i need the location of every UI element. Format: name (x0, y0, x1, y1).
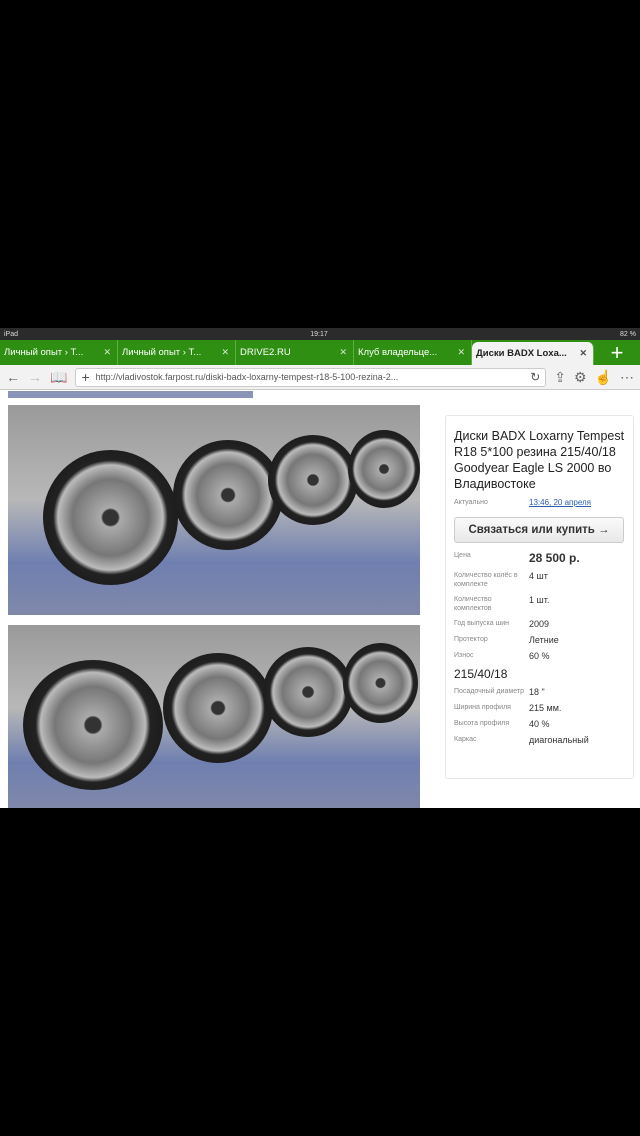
spec-value: 1 шт. (529, 595, 550, 605)
status-bar: iPad 19:17 82 % (0, 328, 640, 340)
wheels-photo[interactable] (8, 405, 420, 615)
tab[interactable]: Личный опыт › Т... ✕ (0, 340, 118, 365)
gesture-icon[interactable]: ☝ (595, 369, 612, 386)
tab-active[interactable]: Диски BADX Loxa... ✕ (472, 342, 594, 365)
spec-label: Посадочный диаметр (454, 688, 524, 695)
tab-label: DRIVE2.RU (240, 347, 291, 358)
spec-row: Каркас диагональный (454, 735, 625, 745)
battery: 82 % (620, 330, 636, 338)
spec-label: Протектор (454, 636, 488, 643)
close-tab-icon[interactable]: ✕ (339, 347, 347, 358)
spec-row: Ширина профиля 215 мм. (454, 703, 625, 713)
share-icon[interactable]: ⇪ (554, 369, 566, 386)
spec-row: Протектор Летние (454, 635, 625, 645)
spec-label: Количество колёс в комплекте (454, 572, 518, 588)
settings-icon[interactable]: ⚙ (574, 369, 587, 386)
listing-title: Диски BADX Loxarny Tempest R18 5*100 рез… (454, 429, 625, 491)
tab[interactable]: Личный опыт › Т... ✕ (118, 340, 236, 365)
spec-row: Посадочный диаметр 18 " (454, 687, 625, 697)
spec-row: Высота профиля 40 % (454, 719, 625, 729)
spec-value: 60 % (529, 651, 550, 661)
spec-row: Износ 60 % (454, 651, 625, 661)
photo-fragment (8, 391, 253, 398)
tire-size-heading: 215/40/18 (454, 667, 508, 681)
address-bar[interactable]: + http://vladivostok.farpost.ru/diski-ba… (75, 367, 547, 387)
spec-value: Летние (529, 635, 559, 645)
close-tab-icon[interactable]: ✕ (103, 347, 111, 358)
forward-icon[interactable]: → (28, 369, 42, 385)
actual-date-link[interactable]: 13:46, 20 апреля (529, 498, 625, 507)
bookmarks-icon[interactable]: 📖 (50, 369, 67, 386)
spec-label: Высота профиля (454, 720, 510, 727)
add-bookmark-icon[interactable]: + (81, 369, 89, 385)
spec-label: Каркас (454, 736, 477, 743)
close-tab-icon[interactable]: ✕ (221, 347, 229, 358)
url-text: http://vladivostok.farpost.ru/diski-badx… (95, 372, 399, 382)
price: 28 500 р. (529, 551, 580, 565)
spec-value: диагональный (529, 735, 589, 745)
spec-row: Количество комплектов 1 шт. (454, 595, 625, 613)
tab-label: Клуб владельце... (358, 347, 438, 358)
tab-label: Личный опыт › Т... (122, 347, 202, 358)
spec-value: 2009 (529, 619, 550, 629)
spec-label: Количество комплектов (454, 596, 492, 612)
spec-value: 4 шт (529, 571, 548, 581)
more-icon[interactable]: ⋯ (620, 369, 634, 386)
tab[interactable]: DRIVE2.RU ✕ (236, 340, 354, 365)
close-tab-icon[interactable]: ✕ (579, 348, 587, 359)
browser-toolbar: ← → 📖 + http://vladivostok.farpost.ru/di… (0, 365, 640, 390)
price-label: Цена (454, 552, 471, 559)
spec-value: 18 " (529, 687, 545, 697)
spec-label: Ширина профиля (454, 704, 511, 711)
ipad-screen: iPad 19:17 82 % Личный опыт › Т... ✕ Личн… (0, 328, 640, 808)
actual-label: Актуально (454, 499, 488, 506)
spec-label: Износ (454, 652, 474, 659)
spec-value: 215 мм. (529, 703, 562, 713)
tab-label: Диски BADX Loxa... (476, 348, 567, 359)
spec-row: Количество колёс в комплекте 4 шт (454, 571, 625, 589)
back-icon[interactable]: ← (6, 369, 20, 385)
close-tab-icon[interactable]: ✕ (457, 347, 465, 358)
spec-label: Год выпуска шин (454, 620, 509, 627)
tab[interactable]: Клуб владельце... ✕ (354, 340, 472, 365)
contact-buy-button[interactable]: Связаться или купить → (454, 517, 624, 543)
spec-value: 40 % (529, 719, 550, 729)
reload-icon[interactable]: ↻ (530, 370, 540, 384)
listing-card: Диски BADX Loxarny Tempest R18 5*100 рез… (445, 415, 634, 779)
spec-row: Год выпуска шин 2009 (454, 619, 625, 629)
clock: 19:17 (310, 330, 328, 338)
tab-bar: Личный опыт › Т... ✕ Личный опыт › Т... ✕ … (0, 340, 640, 365)
device-label: iPad (4, 330, 19, 338)
tab-label: Личный опыт › Т... (4, 347, 84, 358)
new-tab-button[interactable]: + (594, 340, 640, 365)
wheels-photo[interactable] (8, 625, 420, 808)
